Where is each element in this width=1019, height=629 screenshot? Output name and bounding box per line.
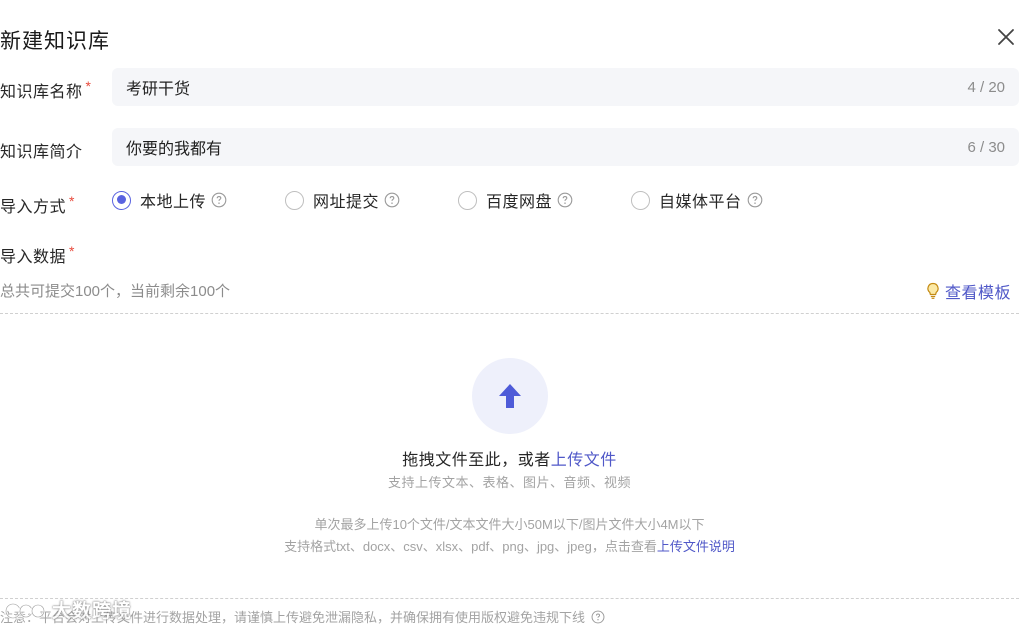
drag-text: 拖拽文件至此，或者 (402, 452, 551, 469)
supported-types-text: 支持上传文本、表格、图片、音频、视频 (387, 475, 631, 490)
radio-button[interactable] (631, 190, 651, 210)
radio-url-submit[interactable]: 网址提交 (285, 188, 400, 212)
radio-button[interactable] (112, 190, 131, 210)
lightbulb-icon (927, 282, 939, 299)
intro-label: 知识库简介 (0, 144, 83, 161)
upload-dropzone[interactable]: 拖拽文件至此，或者上传文件 支持上传文本、表格、图片、音频、视频 单次最多上传1… (0, 313, 1019, 599)
radio-label: 自媒体平台 (659, 194, 742, 211)
upload-guide-link[interactable]: 上传文件说明 (657, 539, 735, 554)
intro-input[interactable]: 你要的我都有 6 / 30 (112, 128, 1019, 166)
upload-limit-text: 单次最多上传10个文件/文本文件大小50M以下/图片文件大小4M以下 (314, 517, 705, 532)
name-input[interactable]: 考研干货 4 / 20 (112, 68, 1019, 106)
name-label-text: 知识库名称 (0, 84, 83, 101)
radio-label: 本地上传 (140, 194, 207, 211)
import-data-label: 导入数据 * (0, 243, 75, 267)
radio-label: 网址提交 (313, 194, 380, 211)
radio-self-media[interactable]: 自媒体平台 (631, 188, 763, 212)
required-mark: * (85, 78, 92, 94)
view-template-text: 查看模板 (944, 285, 1011, 302)
view-template-link[interactable]: 查看模板 (925, 279, 1011, 303)
dialog-title: 新建知识库 (0, 30, 110, 53)
upload-formats: 支持格式txt、docx、csv、xlsx、pdf、png、jpg、jpeg，点… (0, 536, 1019, 555)
question-circle-icon[interactable] (557, 192, 573, 208)
radio-button[interactable] (285, 190, 305, 210)
close-icon[interactable] (993, 24, 1019, 50)
required-mark: * (69, 193, 75, 209)
intro-input-value: 你要的我都有 (126, 141, 223, 158)
name-input-value: 考研干货 (126, 81, 191, 98)
question-circle-icon[interactable] (211, 192, 227, 208)
radio-label: 百度网盘 (486, 194, 553, 211)
watermark-logo-icon (4, 602, 46, 619)
intro-char-count: 6 / 30 (967, 138, 1005, 156)
question-circle-icon[interactable] (384, 192, 400, 208)
formats-text: 支持格式txt、docx、csv、xlsx、pdf、png、jpg、jpeg，点… (284, 539, 657, 554)
watermark-text: 大数跨境 (52, 601, 133, 622)
required-mark: * (69, 243, 75, 259)
upload-file-link[interactable]: 上传文件 (551, 452, 617, 469)
question-circle-icon[interactable] (747, 192, 763, 208)
import-method-label-text: 导入方式 (0, 199, 67, 216)
import-method-radio-group: 本地上传 网址提交 百度网盘 自媒体平台 (112, 188, 821, 212)
arrow-up-icon (499, 384, 521, 408)
quota-text: 总共可提交100个，当前剩余100个 (0, 283, 231, 300)
name-char-count: 4 / 20 (967, 78, 1005, 96)
upload-button[interactable] (472, 358, 548, 434)
radio-local-upload[interactable]: 本地上传 (112, 188, 227, 212)
radio-baidu-netdisk[interactable]: 百度网盘 (458, 188, 573, 212)
watermark: 大数跨境 (4, 596, 132, 623)
import-data-label-text: 导入数据 (0, 249, 67, 266)
upload-instruction: 拖拽文件至此，或者上传文件 (0, 446, 1019, 470)
name-label: 知识库名称 * (0, 78, 91, 102)
radio-button[interactable] (458, 190, 478, 210)
question-circle-icon[interactable] (591, 610, 605, 624)
import-method-label: 导入方式 * (0, 193, 75, 217)
